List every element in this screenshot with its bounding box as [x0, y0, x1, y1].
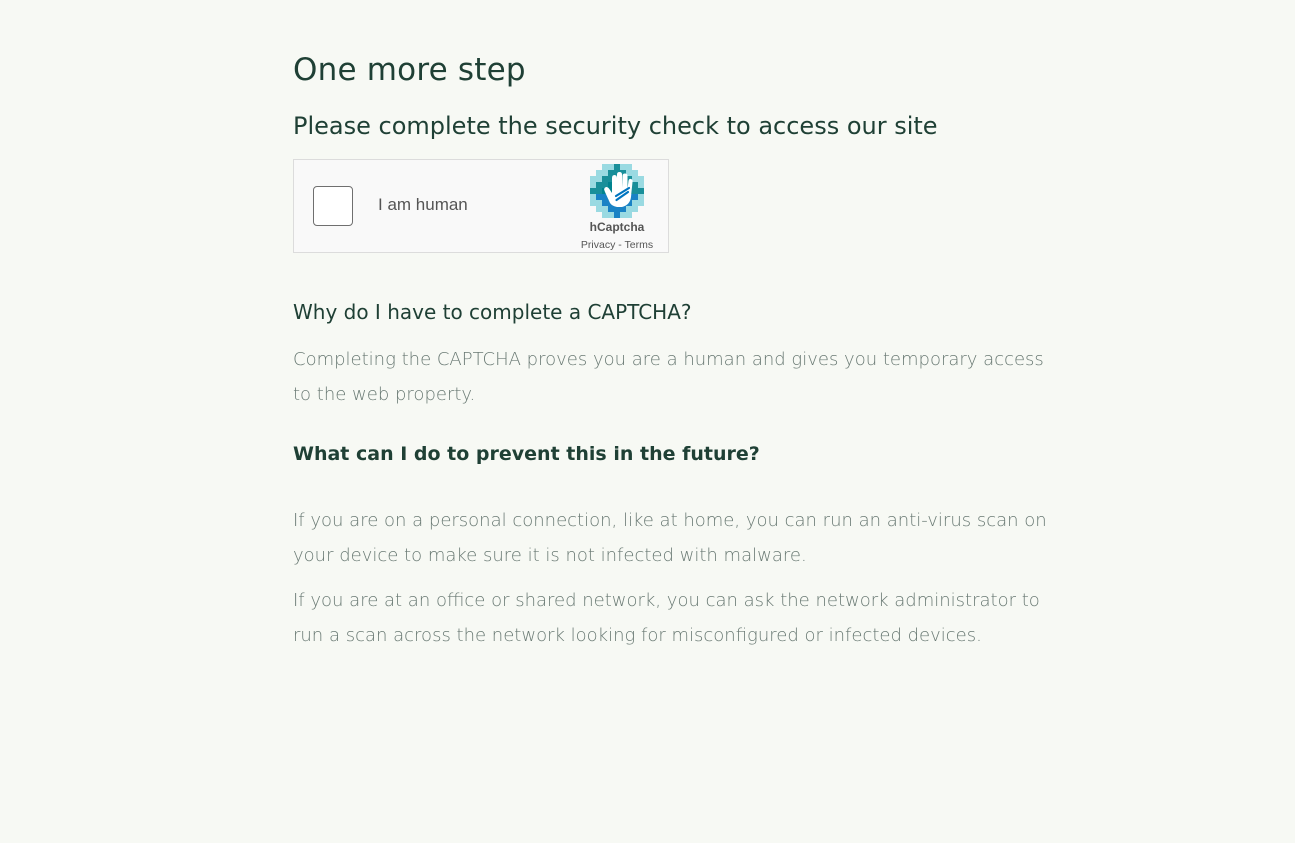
terms-link[interactable]: Terms	[625, 239, 654, 251]
hcaptcha-brand: hCaptcha	[589, 220, 645, 234]
page-title: One more step	[293, 52, 526, 88]
captcha-links: Privacy - Terms	[564, 239, 670, 251]
faq-answer-office: If you are at an office or shared networ…	[293, 590, 1040, 646]
hcaptcha-widget: I am human hCaptcha Privacy - Terms	[293, 159, 669, 253]
privacy-link[interactable]: Privacy	[581, 239, 615, 251]
link-separator: -	[615, 239, 625, 251]
captcha-checkbox[interactable]	[313, 186, 353, 226]
faq-answer-personal: If you are on a personal connection, lik…	[293, 510, 1047, 566]
captcha-checkbox-label[interactable]: I am human	[378, 195, 468, 215]
page-subtitle: Please complete the security check to ac…	[293, 112, 938, 140]
faq-question-why: Why do I have to complete a CAPTCHA?	[293, 300, 692, 324]
faq-answer-why: Completing the CAPTCHA proves you are a …	[293, 349, 1044, 405]
faq-question-prevent: What can I do to prevent this in the fut…	[293, 443, 760, 465]
hcaptcha-hand-logo-icon	[590, 164, 644, 218]
